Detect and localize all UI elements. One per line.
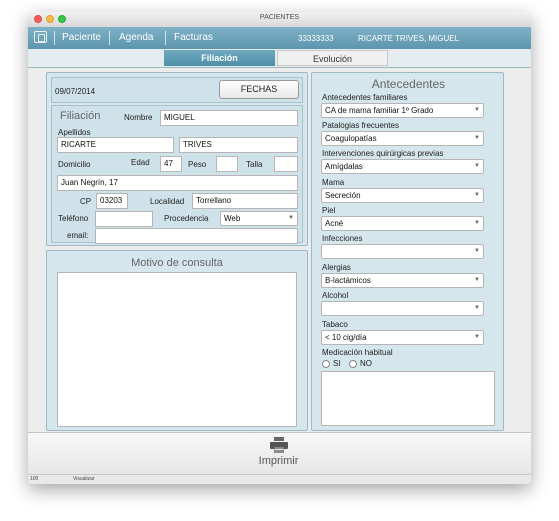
medicacion-si-radio[interactable]: [322, 360, 330, 368]
printer-icon: [270, 437, 288, 453]
procedencia-select[interactable]: Web ▼: [220, 211, 298, 226]
localidad-field[interactable]: Torrellano: [192, 193, 298, 209]
tab-bar: Filiación Evolución: [28, 49, 531, 68]
home-icon[interactable]: [34, 31, 47, 43]
chevron-down-icon: ▼: [474, 163, 480, 169]
alcohol-select[interactable]: ▼: [321, 301, 484, 316]
familiares-label: Antecedentes familiares: [322, 93, 408, 102]
app-window: PACIENTES Paciente Agenda Facturas 33333…: [28, 12, 531, 484]
alergias-label: Alergias: [322, 263, 351, 272]
chevron-down-icon: ▼: [474, 107, 480, 113]
apellidos-label: Apellidos: [58, 128, 91, 137]
piel-label: Piel: [322, 206, 336, 215]
alcohol-label: Alcohol: [322, 291, 349, 300]
status-bar: 100 Visualizar: [28, 474, 531, 484]
chevron-down-icon: ▼: [474, 192, 480, 198]
motivo-textarea[interactable]: [57, 272, 297, 427]
patologias-select[interactable]: Coagulopatías ▼: [321, 131, 484, 146]
patologias-value: Coagulopatías: [325, 134, 377, 143]
tabaco-label: Tabaco: [322, 320, 348, 329]
filiacion-form: Filiación Nombre MIGUEL Apellidos RICART…: [51, 105, 303, 244]
medicacion-label: Medicación habitual: [322, 348, 393, 357]
intervenciones-label: Intervenciones quirúrgicas previas: [322, 149, 444, 158]
mama-label: Mama: [322, 178, 345, 187]
nav-divider: [165, 31, 166, 45]
print-button[interactable]: Imprimir: [255, 437, 302, 473]
bottom-toolbar: Imprimir: [28, 432, 531, 475]
chevron-down-icon: ▼: [474, 305, 480, 311]
familiares-select[interactable]: CA de mama familiar 1º Grado ▼: [321, 103, 484, 118]
edad-field[interactable]: 47: [160, 156, 182, 172]
tab-filiacion[interactable]: Filiación: [164, 50, 275, 66]
edad-label: Edad: [131, 158, 150, 167]
fechas-button[interactable]: FECHAS: [219, 80, 299, 99]
filiacion-panel: 09/07/2014 FECHAS Filiación Nombre MIGUE…: [46, 72, 308, 246]
antecedentes-panel: Antecedentes Antecedentes familiares CA …: [311, 72, 504, 431]
antecedentes-title: Antecedentes: [371, 77, 446, 91]
zoom-level[interactable]: 100: [30, 476, 38, 482]
mama-value: Secreción: [325, 191, 361, 200]
alergias-select[interactable]: B-lactámicos ▼: [321, 273, 484, 288]
familiares-value: CA de mama familiar 1º Grado: [325, 106, 434, 115]
mama-select[interactable]: Secreción ▼: [321, 188, 484, 203]
apellido2-field[interactable]: TRIVES: [179, 137, 298, 153]
nombre-label: Nombre: [124, 113, 153, 122]
tab-evolucion[interactable]: Evolución: [277, 50, 388, 66]
no-label: NO: [360, 359, 372, 368]
talla-field[interactable]: [274, 156, 298, 172]
nav-divider: [109, 31, 110, 45]
talla-label: Talla: [246, 160, 263, 169]
nombre-field[interactable]: MIGUEL: [160, 110, 298, 126]
title-bar: PACIENTES: [28, 12, 531, 28]
chevron-down-icon: ▼: [474, 220, 480, 226]
cp-field[interactable]: 03203: [96, 193, 128, 209]
telefono-field[interactable]: [95, 211, 153, 227]
window-title: PACIENTES: [259, 14, 300, 21]
chevron-down-icon: ▼: [288, 215, 294, 221]
nav-agenda[interactable]: Agenda: [119, 32, 153, 43]
nav-paciente[interactable]: Paciente: [62, 32, 101, 43]
apellido1-field[interactable]: RICARTE: [57, 137, 174, 153]
localidad-label: Localidad: [150, 197, 185, 206]
filiacion-title: Filiación: [60, 110, 101, 122]
peso-field[interactable]: [216, 156, 238, 172]
intervenciones-value: Amígdalas: [325, 162, 363, 171]
patient-name: RICARTE TRIVES, MIGUEL: [358, 34, 460, 43]
chevron-down-icon: ▼: [474, 248, 480, 254]
tabaco-select[interactable]: < 10 cig/día ▼: [321, 330, 484, 345]
intervenciones-select[interactable]: Amígdalas ▼: [321, 159, 484, 174]
piel-value: Acné: [325, 219, 344, 228]
alergias-value: B-lactámicos: [325, 276, 371, 285]
patient-id: 33333333: [298, 34, 334, 43]
date-bar: 09/07/2014 FECHAS: [51, 77, 303, 103]
procedencia-value: Web: [224, 214, 241, 223]
chevron-down-icon: ▼: [474, 135, 480, 141]
infecciones-select[interactable]: ▼: [321, 244, 484, 259]
medicacion-no-radio[interactable]: [349, 360, 357, 368]
peso-label: Peso: [188, 160, 207, 169]
telefono-label: Teléfono: [58, 214, 89, 223]
email-field[interactable]: [95, 228, 298, 244]
patologias-label: Patalogias frecuentes: [322, 121, 399, 130]
infecciones-label: Infecciones: [322, 234, 363, 243]
medicacion-textarea[interactable]: [321, 371, 495, 426]
print-label: Imprimir: [258, 455, 299, 467]
domicilio-label: Domicilio: [58, 160, 91, 169]
cp-label: CP: [80, 197, 92, 206]
chevron-down-icon: ▼: [474, 277, 480, 283]
si-label: SI: [333, 359, 341, 368]
procedencia-label: Procedencia: [164, 214, 209, 223]
piel-select[interactable]: Acné ▼: [321, 216, 484, 231]
tabaco-value: < 10 cig/día: [325, 333, 367, 342]
chevron-down-icon: ▼: [474, 334, 480, 340]
email-label: email:: [67, 231, 89, 240]
nav-divider: [54, 31, 55, 45]
nav-facturas[interactable]: Facturas: [174, 32, 213, 43]
visit-date: 09/07/2014: [55, 87, 96, 96]
domicilio-field[interactable]: Juan Negrín, 17: [57, 175, 298, 191]
motivo-title: Motivo de consulta: [131, 257, 223, 269]
mode-label[interactable]: Visualizar: [73, 476, 95, 482]
motivo-panel: Motivo de consulta: [46, 250, 308, 431]
nav-bar: Paciente Agenda Facturas 33333333 RICART…: [28, 27, 531, 49]
